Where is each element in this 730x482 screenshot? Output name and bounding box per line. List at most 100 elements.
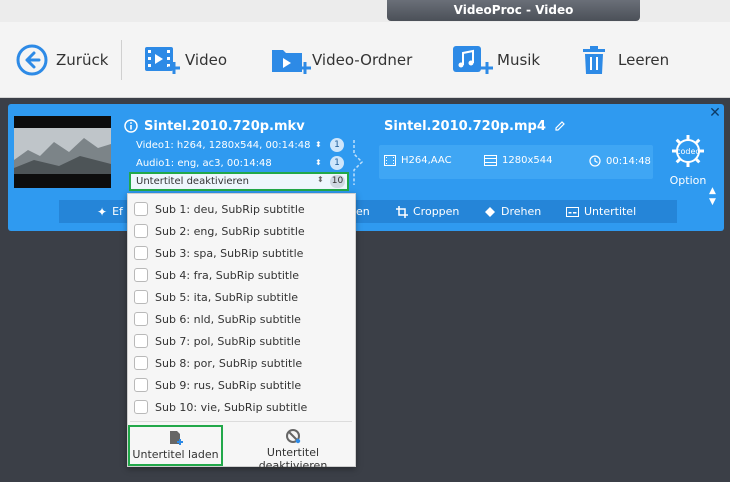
back-button[interactable]: Zurück (16, 22, 108, 98)
disable-subtitle-icon (286, 429, 301, 444)
crop-icon (396, 205, 408, 218)
disable-subtitle-label: Untertitel deaktivieren (258, 446, 328, 472)
checkbox[interactable] (134, 356, 148, 370)
subtitle-option-label: Sub 1: deu, SubRip subtitle (155, 202, 305, 216)
cut-label: en (356, 205, 370, 218)
checkbox[interactable] (134, 246, 148, 260)
cut-button[interactable]: en (356, 204, 370, 219)
codec-gear-icon: codec (672, 135, 704, 167)
output-file-name: Sintel.2010.720p.mp4 (384, 118, 546, 134)
subtitle-option[interactable]: Sub 4: fra, SubRip subtitle (134, 266, 299, 284)
crop-button[interactable]: Croppen (396, 204, 459, 219)
add-video-label: Video (185, 51, 228, 69)
toolbar-divider (121, 40, 122, 80)
rotate-icon (485, 206, 495, 217)
subtitle-option-label: Sub 10: vie, SubRip subtitle (155, 400, 308, 414)
film-add-icon (145, 47, 180, 74)
output-duration: 00:14:48 (589, 155, 651, 167)
audio-track-select[interactable]: Audio1: eng, ac3, 00:14:48 (136, 155, 272, 171)
subtitle-option-label: Sub 4: fra, SubRip subtitle (155, 268, 300, 282)
subtitle-select-value: Untertitel deaktivieren (136, 176, 249, 187)
subtitle-option[interactable]: Sub 2: eng, SubRip subtitle (134, 222, 305, 240)
subtitle-option[interactable]: Sub 3: spa, SubRip subtitle (134, 244, 303, 262)
output-file: Sintel.2010.720p.mp4 (384, 117, 566, 135)
checkbox[interactable] (134, 400, 148, 414)
output-info: H264,AAC 1280x544 00:14:48 (379, 145, 653, 179)
subtitle-option-label: Sub 3: spa, SubRip subtitle (155, 246, 304, 260)
source-file: Sintel.2010.720p.mkv (124, 117, 305, 135)
add-video-folder-button[interactable]: Video-Ordner (270, 22, 412, 98)
checkbox[interactable] (134, 378, 148, 392)
add-music-button[interactable]: Musik (451, 22, 540, 98)
rotate-button[interactable]: Drehen (484, 204, 541, 219)
output-codec: H264,AAC (384, 155, 452, 166)
subtitle-icon (566, 206, 579, 217)
subtitle-option-label: Sub 9: rus, SubRip subtitle (155, 378, 302, 392)
checkbox[interactable] (134, 202, 148, 216)
source-file-name: Sintel.2010.720p.mkv (144, 118, 305, 134)
video-track-updown-icon[interactable]: ⬍ (315, 137, 322, 153)
subtitle-count: 10 (330, 175, 345, 188)
subtitle-option-label: Sub 7: pol, SubRip subtitle (155, 334, 301, 348)
output-codec-label: H264,AAC (401, 155, 452, 166)
film-icon (384, 155, 396, 166)
codec-badge-text: codec (676, 147, 700, 156)
subtitle-option-label: Sub 6: nld, SubRip subtitle (155, 312, 301, 326)
subtitle-option-label: Sub 5: ita, SubRip subtitle (155, 290, 299, 304)
folder-add-icon (272, 50, 311, 74)
clear-label: Leeren (618, 51, 670, 69)
dropdown-divider (130, 421, 352, 422)
subtitle-option[interactable]: Sub 8: por, SubRip subtitle (134, 354, 302, 372)
close-icon[interactable]: ✕ (709, 106, 721, 120)
audio-track-count: 1 (330, 156, 344, 170)
magic-wand-icon: ✦ (97, 204, 108, 219)
info-icon[interactable] (124, 119, 138, 133)
output-resolution: 1280x544 (484, 155, 552, 166)
subtitle-option-label: Sub 8: por, SubRip subtitle (155, 356, 303, 370)
subtitle-updown-icon: ⬍ (317, 175, 324, 184)
audio-track-updown-icon[interactable]: ⬍ (315, 155, 322, 171)
audio-track-label: Audio1: eng, ac3, 00:14:48 (136, 157, 272, 169)
file-add-icon (169, 431, 183, 445)
back-label: Zurück (56, 51, 109, 69)
subtitle-option[interactable]: Sub 7: pol, SubRip subtitle (134, 332, 301, 350)
checkbox[interactable] (134, 334, 148, 348)
effect-label: Ef (112, 205, 123, 218)
checkbox[interactable] (134, 268, 148, 282)
subtitle-option[interactable]: Sub 6: nld, SubRip subtitle (134, 310, 301, 328)
output-resolution-label: 1280x544 (502, 155, 553, 166)
disable-subtitle-button[interactable]: Untertitel deaktivieren (231, 425, 355, 472)
back-arrow-icon (16, 44, 48, 76)
rotate-label: Drehen (501, 205, 542, 218)
subtitle-option[interactable]: Sub 5: ita, SubRip subtitle (134, 288, 298, 306)
subtitle-option[interactable]: Sub 9: rus, SubRip subtitle (134, 376, 301, 394)
subtitle-button[interactable]: Untertitel (566, 204, 636, 219)
title-bar: VideoProc - Video (0, 0, 730, 22)
subtitle-select[interactable]: Untertitel deaktivieren ⬍ 10 (129, 172, 349, 191)
add-video-folder-label: Video-Ordner (312, 51, 413, 69)
resolution-icon (484, 155, 497, 166)
subtitle-option[interactable]: Sub 10: vie, SubRip subtitle (134, 398, 307, 416)
reorder-arrows-icon[interactable]: ▲ ▼ (709, 186, 716, 208)
load-subtitle-label: Untertitel laden (132, 448, 219, 461)
checkbox[interactable] (134, 224, 148, 238)
checkbox[interactable] (134, 312, 148, 326)
crop-label: Croppen (413, 205, 460, 218)
video-track-label: Video1: h264, 1280x544, 00:14:48 (136, 139, 311, 151)
checkbox[interactable] (134, 290, 148, 304)
effect-button[interactable]: ✦ Ef (97, 204, 123, 219)
add-video-button[interactable]: Video (143, 22, 227, 98)
output-duration-label: 00:14:48 (606, 155, 651, 167)
video-track-count: 1 (330, 138, 344, 152)
edit-pencil-icon[interactable] (554, 120, 566, 132)
load-subtitle-button[interactable]: Untertitel laden (128, 425, 223, 466)
music-add-icon (453, 46, 493, 74)
codec-option-button[interactable]: codec Option (668, 133, 708, 187)
subtitle-button-label: Untertitel (584, 205, 637, 218)
subtitle-option-label: Sub 2: eng, SubRip subtitle (155, 224, 305, 238)
subtitle-option[interactable]: Sub 1: deu, SubRip subtitle (134, 200, 305, 218)
clear-button[interactable]: Leeren (580, 22, 669, 98)
video-track-select[interactable]: Video1: h264, 1280x544, 00:14:48 (136, 137, 310, 153)
video-thumbnail[interactable] (14, 116, 111, 188)
option-label: Option (669, 174, 707, 187)
